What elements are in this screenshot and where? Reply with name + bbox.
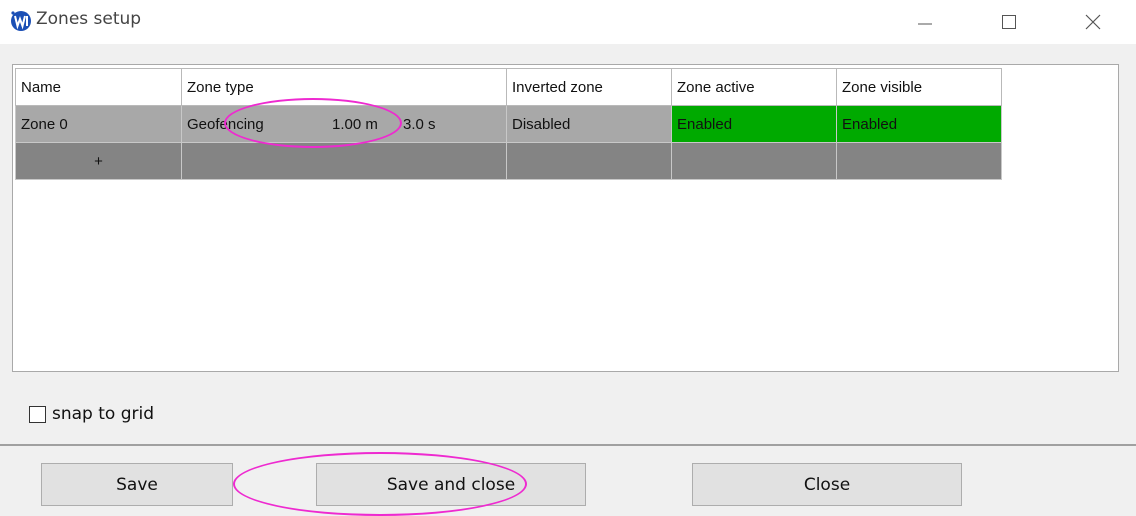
snap-to-grid-option[interactable]: snap to grid (29, 404, 154, 424)
column-header-inverted-zone[interactable]: Inverted zone (506, 68, 672, 106)
zones-grid[interactable]: Name Zone type Inverted zone Zone active… (12, 64, 1119, 372)
empty-cell (836, 142, 1002, 180)
zone-name-cell[interactable]: Zone 0 (15, 105, 182, 143)
table-row[interactable]: Zone 0 Geofencing 1.00 m 3.0 s Disabled … (15, 105, 1002, 143)
maximize-button[interactable] (986, 0, 1032, 44)
zone-type-cell[interactable]: Geofencing 1.00 m 3.0 s (181, 105, 507, 143)
save-button[interactable]: Save (41, 463, 233, 506)
title-bar: Zones setup (0, 0, 1136, 44)
zone-visible-cell[interactable]: Enabled (836, 105, 1002, 143)
maximize-icon (1002, 15, 1016, 29)
close-icon (1085, 14, 1101, 30)
snap-to-grid-checkbox[interactable] (29, 405, 46, 423)
empty-cell (181, 142, 507, 180)
empty-cell (506, 142, 672, 180)
column-header-name[interactable]: Name (15, 68, 182, 106)
inverted-zone-cell[interactable]: Disabled (506, 105, 672, 143)
minimize-button[interactable] (902, 0, 948, 44)
app-logo-icon (11, 11, 31, 31)
zone-distance-value: 1.00 m (332, 116, 378, 133)
window-title: Zones setup (36, 9, 142, 29)
save-and-close-button[interactable]: Save and close (316, 463, 586, 506)
divider (0, 444, 1136, 446)
close-button[interactable]: Close (692, 463, 962, 506)
column-header-zone-visible[interactable]: Zone visible (836, 68, 1002, 106)
table-header-row: Name Zone type Inverted zone Zone active… (15, 68, 1002, 106)
add-zone-row[interactable]: + (15, 142, 1002, 180)
minimize-icon (918, 23, 932, 25)
snap-to-grid-label: snap to grid (52, 404, 155, 424)
zone-type-value: Geofencing (187, 116, 264, 133)
column-header-zone-type[interactable]: Zone type (181, 68, 507, 106)
zones-table: Name Zone type Inverted zone Zone active… (15, 68, 1002, 180)
empty-cell (671, 142, 837, 180)
zone-time-value: 3.0 s (403, 116, 436, 133)
close-window-button[interactable] (1070, 0, 1116, 44)
zone-active-cell[interactable]: Enabled (671, 105, 837, 143)
add-zone-button[interactable]: + (15, 142, 182, 180)
column-header-zone-active[interactable]: Zone active (671, 68, 837, 106)
